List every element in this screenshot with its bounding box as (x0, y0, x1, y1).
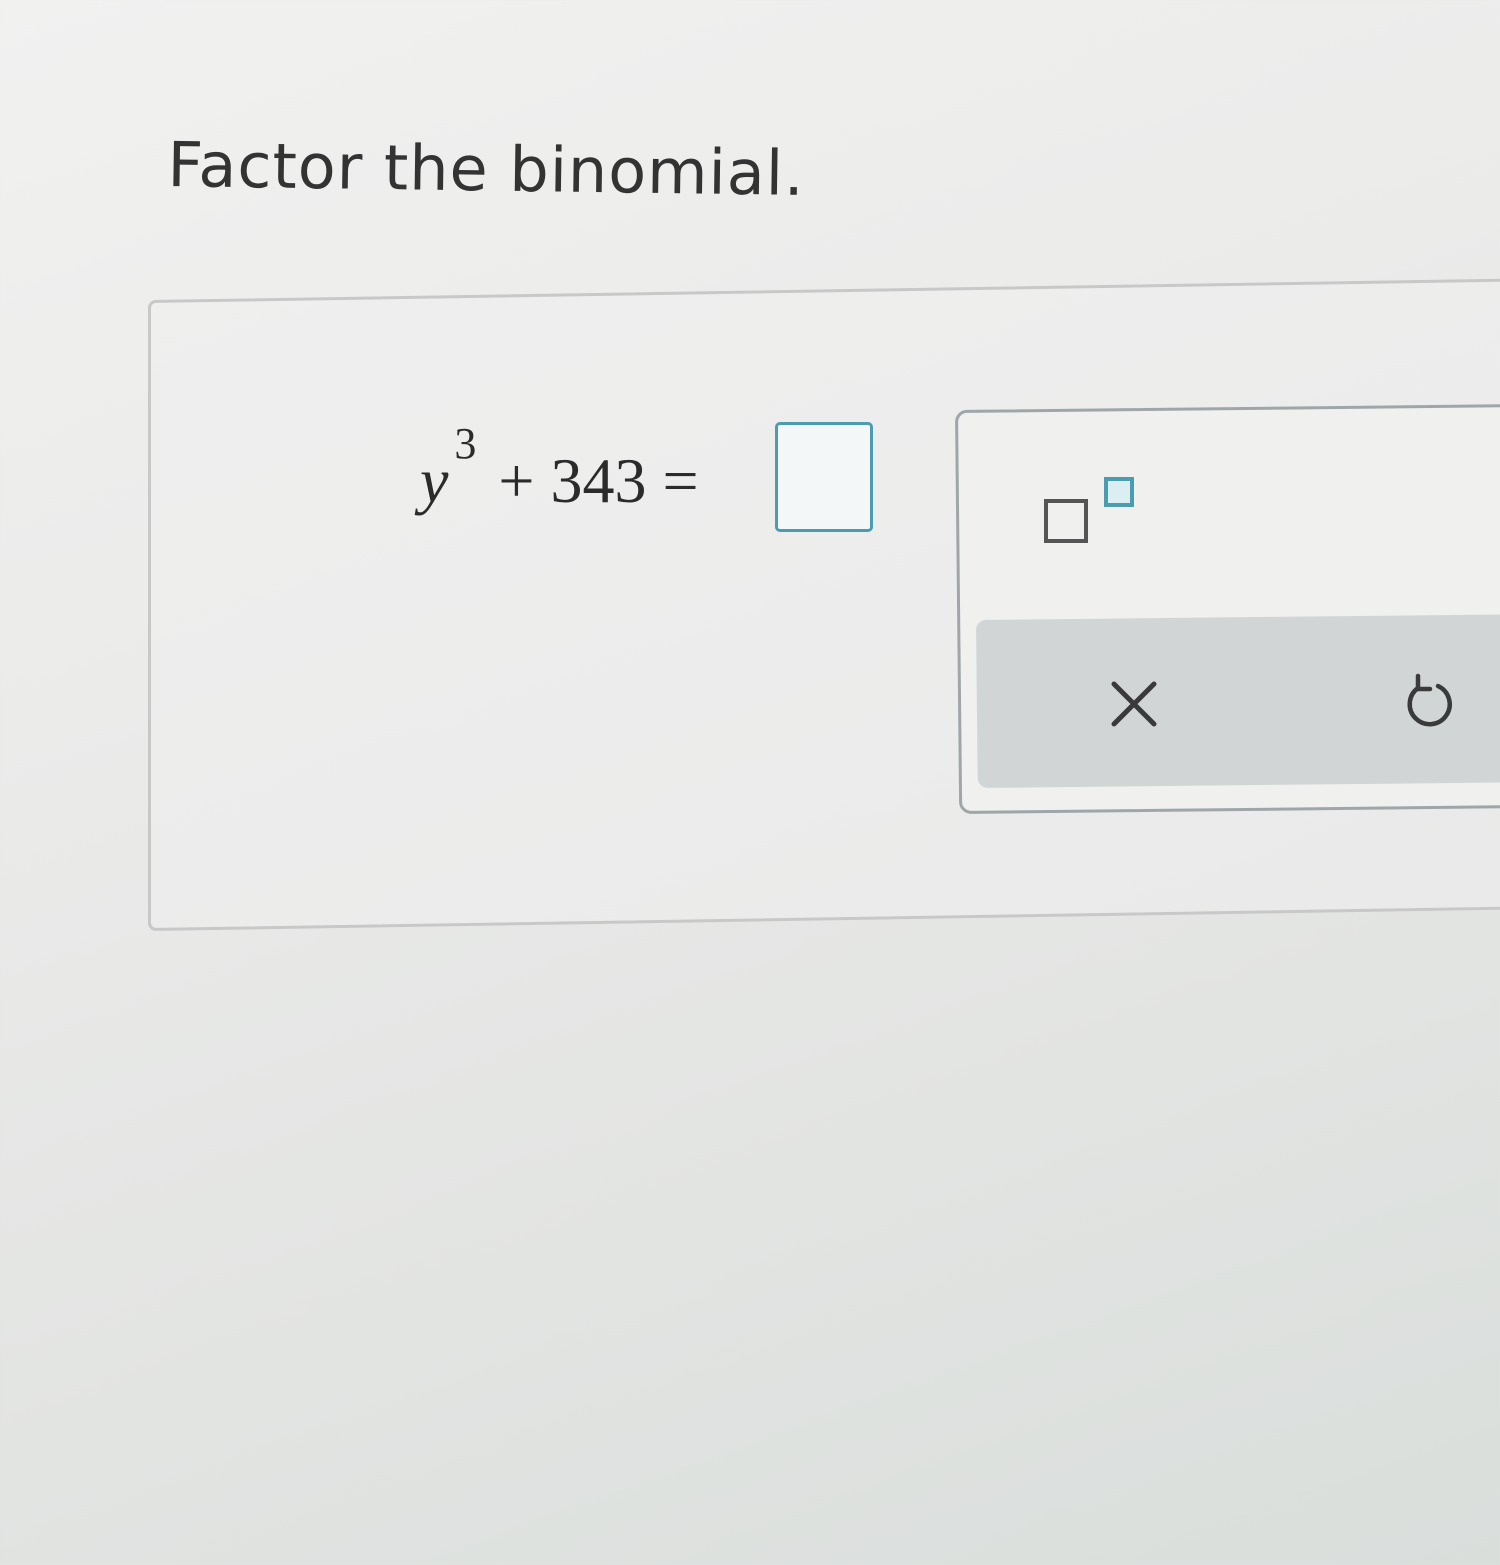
clear-button[interactable] (1102, 672, 1166, 736)
question-prompt: Factor the binomial. (166, 128, 806, 210)
undo-icon (1407, 673, 1452, 727)
superscript-base-box-icon (1044, 499, 1088, 543)
superscript-exponent-box-icon (1104, 477, 1134, 507)
close-x-icon (1111, 681, 1157, 727)
equation-exponent: 3 (454, 419, 477, 468)
equation-rest: + 343 = (498, 445, 699, 516)
equation-variable: y (420, 445, 449, 516)
superscript-template-button[interactable] (1040, 475, 1140, 555)
answer-input-box[interactable] (775, 422, 873, 532)
undo-button[interactable] (1396, 668, 1460, 732)
equation: y 3 + 343 = (420, 418, 699, 518)
